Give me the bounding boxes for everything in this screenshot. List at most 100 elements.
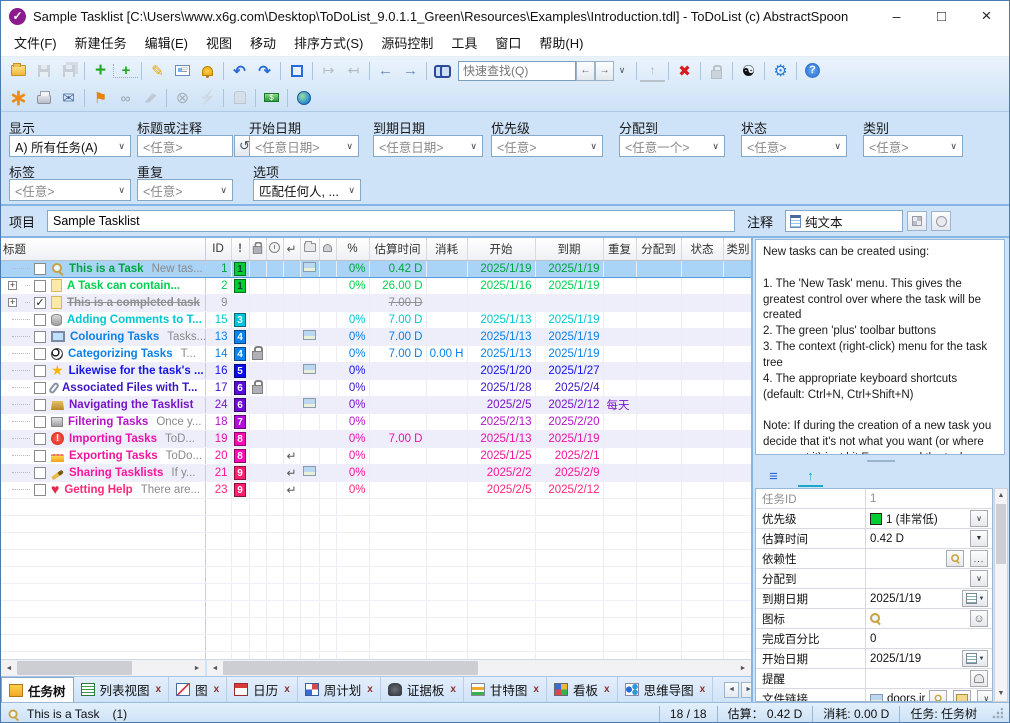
header-estimate[interactable]: 估算时间 [369, 238, 426, 260]
previous-task-button[interactable] [373, 60, 398, 82]
task-row[interactable]: Associated Files with T... 17 6 0% 2025/… [1, 379, 751, 396]
tab-gantt[interactable]: 甘特图 [464, 677, 547, 702]
task-row[interactable]: Categorizing TasksT... 14 4 0% 7.00 D 0.… [1, 345, 751, 362]
assignee-value[interactable] [866, 569, 992, 588]
task-checkbox[interactable] [34, 399, 46, 411]
delete-task-button[interactable] [672, 60, 697, 82]
dependency-value[interactable] [866, 549, 992, 568]
expand-icon[interactable] [8, 281, 17, 290]
scroll-right-button[interactable] [189, 660, 205, 676]
title-scrollbar[interactable] [1, 660, 207, 676]
menu-new-task[interactable]: 新建任务 [66, 31, 136, 56]
tab-calendar[interactable]: 日历 [227, 677, 298, 702]
filter-priority-combo[interactable]: <任意> [491, 135, 603, 157]
project-name-input[interactable] [47, 210, 735, 232]
task-row[interactable]: Sharing TasklistsIf y... 21 9 0% 2025/2/… [1, 464, 751, 481]
tab-kanban[interactable]: 看板 [547, 677, 618, 702]
task-row[interactable]: Likewise for the task's ... 16 5 0% 2025… [1, 362, 751, 379]
header-recurrence-icon[interactable] [283, 238, 300, 260]
task-checkbox[interactable] [34, 484, 46, 496]
close-button[interactable] [964, 1, 1009, 31]
task-row[interactable]: This is a TaskNew tas... 1 1 0% 0.42 D 2… [1, 260, 751, 277]
task-checkbox[interactable] [34, 280, 46, 292]
filter-assignee-combo[interactable]: <任意一个> [619, 135, 725, 157]
start-date-calendar-button[interactable] [962, 650, 988, 667]
filter-tag-combo[interactable]: <任意> [9, 179, 131, 201]
task-checkbox[interactable] [34, 314, 46, 326]
task-checkbox[interactable] [34, 467, 46, 479]
cancel-button[interactable] [170, 87, 195, 109]
open-tasklist-button[interactable] [6, 60, 31, 82]
find-tasks-button[interactable] [430, 60, 455, 82]
quick-find-previous-button[interactable] [576, 61, 595, 81]
edit-task-button[interactable] [145, 60, 170, 82]
header-percent[interactable]: % [336, 238, 369, 260]
file-link-browse-button[interactable] [953, 690, 971, 702]
send-email-button[interactable] [56, 87, 81, 109]
filter-start-date-combo[interactable]: <任意日期> [249, 135, 359, 157]
quick-find-input[interactable] [458, 61, 576, 81]
comments-format-combo[interactable]: 纯文本 [785, 210, 903, 232]
header-filelink-icon[interactable] [300, 238, 319, 260]
priority-value[interactable]: 1 (非常低) [866, 509, 992, 528]
menu-source-control[interactable]: 源码控制 [372, 31, 442, 56]
comments-expand-button[interactable] [931, 211, 951, 231]
preferences-button[interactable] [768, 60, 793, 82]
tabs-scroll-right-button[interactable] [741, 682, 751, 698]
task-row[interactable]: Getting HelpThere are... 23 9 0% 2025/2/… [1, 481, 751, 498]
tab-week-planner[interactable]: 周计划 [298, 677, 381, 702]
scroll-up-button[interactable] [995, 489, 1007, 503]
tab-chart[interactable]: 图 [169, 677, 227, 702]
scroll-left-button[interactable] [207, 660, 223, 676]
tab-task-tree[interactable]: 任务树 [1, 677, 74, 702]
quick-find-dropdown[interactable] [614, 61, 630, 81]
weblink-button[interactable] [291, 87, 316, 109]
maximize-view-button[interactable] [284, 60, 309, 82]
close-tab-icon[interactable] [604, 684, 610, 695]
undo-button[interactable] [227, 60, 252, 82]
header-time-icon[interactable] [266, 238, 283, 260]
move-task-left-button[interactable] [341, 60, 366, 82]
menu-view[interactable]: 视图 [197, 31, 241, 56]
close-tab-icon[interactable] [450, 684, 456, 695]
header-id[interactable]: ID [205, 238, 231, 260]
task-row[interactable]: A Task can contain... 2 1 0% 26.00 D 202… [1, 277, 751, 294]
quick-find-next-button[interactable] [595, 61, 614, 81]
header-status[interactable]: 状态 [681, 238, 723, 260]
task-checkbox[interactable] [34, 263, 46, 275]
task-row[interactable]: This is a completed task 9 7.00 D [1, 294, 751, 311]
task-row[interactable]: Navigating the Tasklist 24 6 0% 2025/2/5… [1, 396, 751, 413]
panel-splitter[interactable] [753, 457, 1009, 464]
close-tab-icon[interactable] [533, 684, 539, 695]
scroll-down-button[interactable] [995, 687, 1007, 701]
header-spent[interactable]: 消耗 [426, 238, 467, 260]
move-task-right-button[interactable] [316, 60, 341, 82]
reminder-button[interactable] [970, 670, 988, 687]
filter-recurrence-combo[interactable]: <任意> [137, 179, 233, 201]
estimate-dropdown[interactable] [970, 530, 988, 547]
icon-picker-button[interactable] [970, 610, 988, 627]
new-subtask-button[interactable] [113, 64, 138, 78]
scrollbar-thumb[interactable] [996, 504, 1006, 564]
task-comments[interactable]: New tasks can be created using: 1. The '… [755, 239, 1005, 455]
task-attributes-button[interactable] [170, 60, 195, 82]
start-date-value[interactable]: 2025/1/19 [866, 649, 992, 668]
task-row[interactable]: Exporting TasksToDo... 20 8 0% 2025/1/25… [1, 447, 751, 464]
columns-scrollbar[interactable] [207, 660, 751, 676]
file-link-dropdown[interactable] [977, 690, 992, 702]
cleanup-button[interactable] [138, 87, 163, 109]
task-checkbox[interactable] [34, 416, 46, 428]
file-link-view-button[interactable] [929, 690, 947, 702]
percent-done-value[interactable]: 0 [866, 629, 992, 648]
expand-icon[interactable] [8, 298, 17, 307]
save-tasklist-button[interactable] [31, 60, 56, 82]
filter-options-combo[interactable]: 匹配任何人, ... [253, 179, 361, 201]
reminder-value[interactable] [866, 669, 992, 688]
task-row[interactable]: Colouring TasksTasks... 13 4 0% 7.00 D 2… [1, 328, 751, 345]
menu-sort[interactable]: 排序方式(S) [285, 31, 372, 56]
header-title[interactable]: 标题 [1, 238, 205, 260]
icon-value[interactable] [866, 609, 992, 628]
sort-attributes-button[interactable] [798, 465, 823, 487]
redo-button[interactable] [252, 60, 277, 82]
task-checkbox[interactable] [34, 382, 46, 394]
